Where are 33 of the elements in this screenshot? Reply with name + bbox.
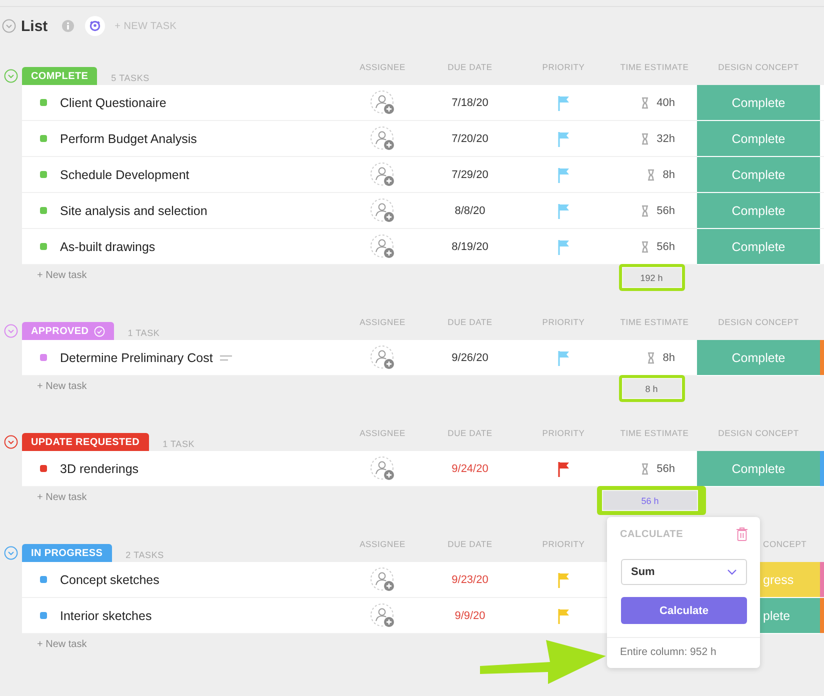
- task-count: 2 TASKS: [126, 550, 164, 560]
- time-estimate: 56h: [656, 204, 675, 216]
- column-total: Entire column: 952 h: [607, 637, 760, 668]
- column-header: DESIGN CONCEPT: [718, 62, 799, 72]
- column-header: DUE DATE: [448, 428, 492, 438]
- time-estimate: 56h: [656, 462, 675, 474]
- column-header: DUE DATE: [448, 539, 492, 549]
- column-header: TIME ESTIMATE: [620, 62, 689, 72]
- task-count: 1 TASK: [162, 439, 195, 449]
- column-header: PRIORITY: [542, 62, 585, 72]
- popup-title: CALCULATE: [620, 528, 684, 540]
- column-header: TIME ESTIMATE: [620, 428, 689, 438]
- column-header: ASSIGNEE: [360, 62, 406, 72]
- time-estimate: 8h: [662, 352, 675, 364]
- task-count: 1 TASK: [128, 328, 160, 338]
- column-header: DUE DATE: [448, 317, 492, 327]
- task-count: 5 TASKS: [111, 73, 150, 83]
- column-header: ASSIGNEE: [360, 539, 406, 549]
- column-header: CONCEPT: [763, 539, 807, 549]
- column-header: DESIGN CONCEPT: [718, 317, 799, 327]
- column-header: PRIORITY: [542, 428, 585, 438]
- column-header: DUE DATE: [448, 62, 492, 72]
- time-estimate: 56h: [656, 240, 675, 252]
- column-header: DESIGN CONCEPT: [718, 428, 799, 438]
- time-estimate: 8h: [662, 168, 675, 180]
- time-estimate: 32h: [656, 132, 675, 144]
- column-header: PRIORITY: [542, 539, 585, 549]
- column-header: ASSIGNEE: [360, 428, 406, 438]
- column-header: ASSIGNEE: [360, 317, 406, 327]
- column-header: PRIORITY: [542, 317, 585, 327]
- time-estimate: 40h: [656, 96, 675, 108]
- list-title: List: [21, 18, 48, 34]
- column-header: TIME ESTIMATE: [620, 317, 689, 327]
